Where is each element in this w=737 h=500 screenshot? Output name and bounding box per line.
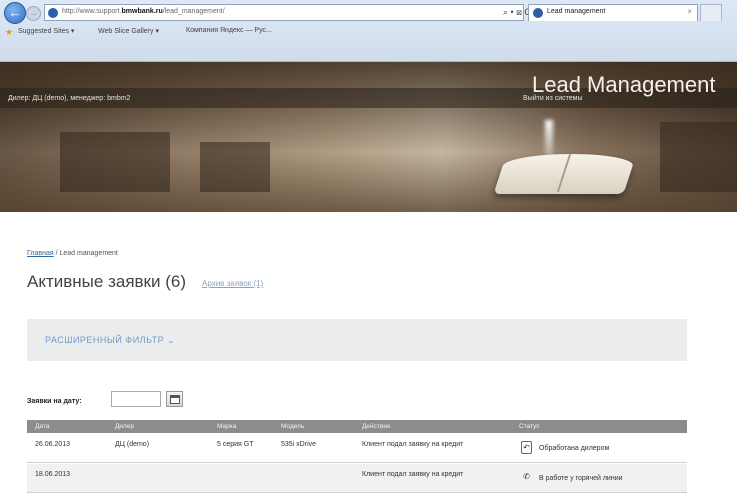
browser-chrome: ← → http://www.support.bmwbank.ru/lead_m… bbox=[0, 0, 737, 62]
user-info: Дилер: ДЦ (demo), менеджер: bmbm2 bbox=[8, 95, 131, 102]
cell-brand: 5 серия GT bbox=[217, 441, 254, 448]
tab-title: Lead management bbox=[547, 8, 606, 15]
tab-lead-management[interactable]: Lead management × bbox=[528, 4, 698, 21]
date-filter-label: Заявки на дату: bbox=[27, 398, 82, 405]
forward-button[interactable]: → bbox=[26, 6, 41, 21]
calendar-button[interactable] bbox=[166, 391, 183, 407]
cell-date: 26.06.2013 bbox=[35, 441, 71, 448]
column-header-status[interactable]: Статус bbox=[519, 423, 540, 430]
banner-shelf bbox=[200, 142, 270, 192]
table-header: Дата Дилер Марка Модель Действие Статус bbox=[27, 420, 687, 433]
breadcrumb: Главная / Lead management bbox=[27, 250, 118, 257]
open-book-image bbox=[493, 154, 637, 194]
extended-filter-panel[interactable]: РАСШИРЕННЫЙ ФИЛЬТР ⌄ bbox=[27, 319, 687, 361]
cell-dealer: ДЦ (demo) bbox=[115, 441, 150, 448]
column-header-brand[interactable]: Марка bbox=[217, 423, 236, 430]
new-tab-button[interactable] bbox=[700, 4, 722, 21]
column-header-model[interactable]: Модель bbox=[281, 423, 304, 430]
extended-filter-toggle[interactable]: РАСШИРЕННЫЙ ФИЛЬТР ⌄ bbox=[45, 335, 175, 346]
cell-status: Обработана дилером bbox=[539, 445, 610, 452]
table-row[interactable]: 18.06.2013 Клиент подал заявку на кредит… bbox=[27, 464, 687, 493]
status-processed-icon: ↶ bbox=[521, 441, 532, 454]
cell-action: Клиент подал заявку на кредит bbox=[362, 441, 464, 448]
tab-favicon-icon bbox=[533, 8, 543, 18]
status-phone-icon: ✆ bbox=[523, 472, 530, 481]
breadcrumb-current: Lead management bbox=[59, 250, 118, 257]
column-header-dealer[interactable]: Дилер bbox=[115, 423, 134, 430]
favorite-yandex[interactable]: Компания Яндекс — Рус... bbox=[186, 27, 272, 34]
address-bar[interactable]: http://www.support.bmwbank.ru/lead_manag… bbox=[44, 4, 539, 21]
page-title: Активные заявки (6) bbox=[27, 272, 186, 291]
back-button[interactable]: ← bbox=[4, 2, 26, 24]
banner-shelf bbox=[60, 132, 170, 192]
favorites-bar: ★ Suggested Sites ▾ Web Slice Gallery ▾ … bbox=[0, 26, 737, 40]
header-banner: Lead Management Дилер: ДЦ (demo), менедж… bbox=[0, 62, 737, 212]
logout-link[interactable]: Выйти из системы bbox=[523, 95, 583, 102]
favorite-web-slice-gallery[interactable]: Web Slice Gallery ▾ bbox=[98, 27, 159, 35]
tab-close-icon[interactable]: × bbox=[687, 7, 692, 16]
cell-status: В работе у горячей линии bbox=[539, 475, 623, 482]
column-header-action[interactable]: Действие bbox=[362, 423, 391, 430]
column-header-date[interactable]: Дата bbox=[35, 423, 49, 430]
cell-action: Клиент подал заявку на кредит bbox=[362, 471, 464, 478]
cell-model: 535i xDrive bbox=[281, 441, 317, 448]
favorite-suggested-sites[interactable]: Suggested Sites ▾ bbox=[18, 27, 74, 35]
archive-link[interactable]: Архив заявок (1) bbox=[202, 279, 263, 288]
table-row[interactable]: 26.06.2013 ДЦ (demo) 5 серия GT 535i xDr… bbox=[27, 434, 687, 463]
banner-shelf bbox=[660, 122, 737, 192]
date-filter-input[interactable] bbox=[111, 391, 161, 407]
calendar-icon bbox=[170, 395, 180, 404]
favorites-star-icon[interactable]: ★ bbox=[5, 27, 13, 38]
address-url: http://www.support.bmwbank.ru/lead_manag… bbox=[62, 8, 225, 15]
site-favicon-icon bbox=[48, 8, 58, 18]
breadcrumb-home-link[interactable]: Главная bbox=[27, 250, 54, 257]
cell-date: 18.06.2013 bbox=[35, 471, 71, 478]
